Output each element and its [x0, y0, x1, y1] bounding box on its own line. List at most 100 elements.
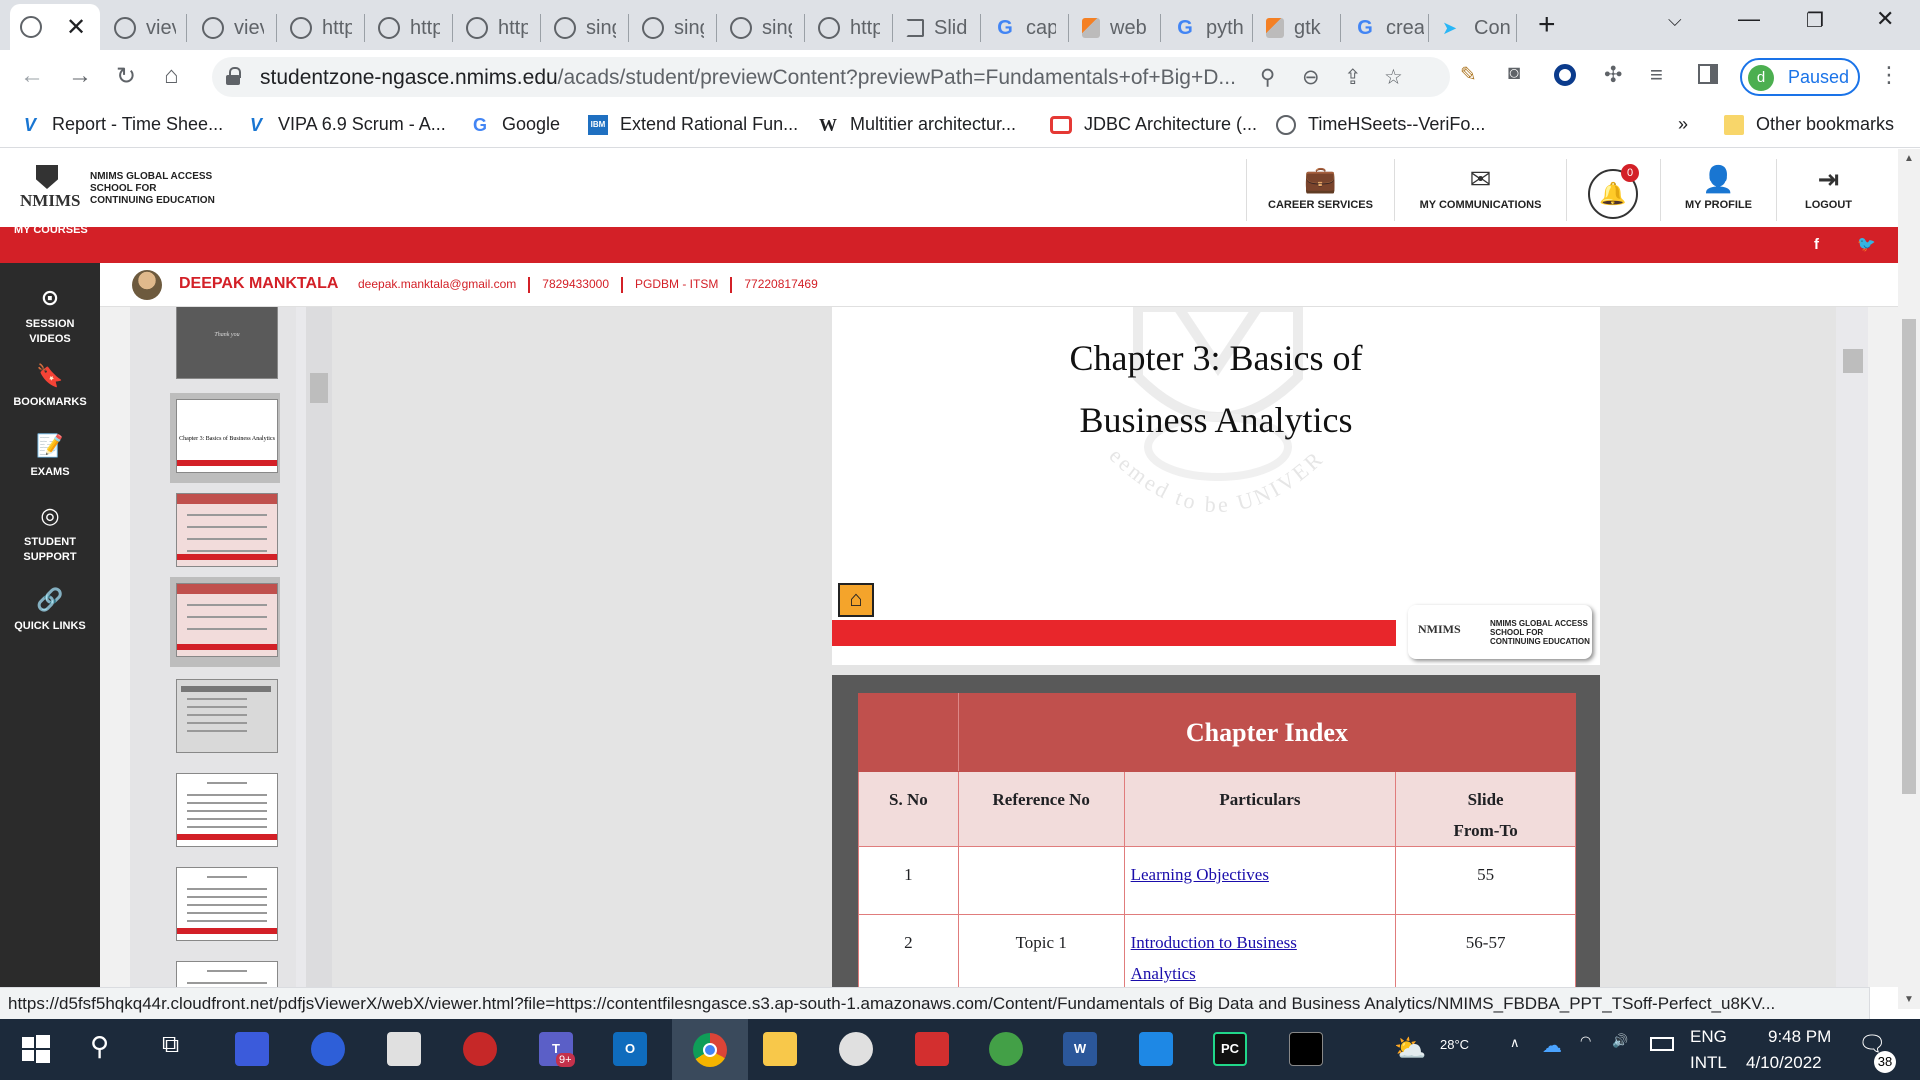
tab[interactable]: http	[280, 6, 352, 50]
tab[interactable]: Gcrea	[1344, 6, 1424, 50]
tab[interactable]: sing	[544, 6, 616, 50]
reload-button[interactable]: ↻	[116, 62, 136, 91]
taskbar-app-terminal[interactable]	[1288, 1031, 1324, 1067]
document-scrollbar[interactable]	[1836, 307, 1868, 987]
close-window-button[interactable]: ✕	[1876, 6, 1894, 32]
other-bookmarks[interactable]: Other bookmarks	[1724, 114, 1894, 135]
taskbar-app-outlook[interactable]: O	[612, 1031, 648, 1067]
sidebar-item-bookmarks[interactable]: 🔖 BOOKMARKS	[0, 365, 100, 410]
page-thumbnail[interactable]: Thank you	[170, 307, 280, 383]
minimize-button[interactable]: —	[1738, 6, 1760, 32]
side-panel-icon[interactable]	[1698, 64, 1718, 84]
page-thumbnail[interactable]	[170, 487, 280, 573]
sidebar-item-exams[interactable]: 📝 EXAMS	[0, 435, 100, 480]
my-communications-link[interactable]: ✉ MY COMMUNICATIONS	[1394, 159, 1566, 221]
taskbar-app[interactable]	[988, 1031, 1024, 1067]
battery-icon[interactable]	[1650, 1037, 1674, 1051]
media-icon[interactable]: ≡	[1650, 62, 1663, 88]
tab[interactable]: Gcap	[984, 6, 1056, 50]
taskbar-app-acrobat[interactable]	[914, 1031, 950, 1067]
language-eng[interactable]: ENG	[1690, 1027, 1727, 1047]
bookmark-item[interactable]: V VIPA 6.9 Scrum - A...	[246, 114, 446, 135]
tab-active[interactable]: ✕	[10, 4, 100, 50]
menu-icon[interactable]: ⋮	[1878, 62, 1900, 88]
tab[interactable]: viev	[192, 6, 264, 50]
tab[interactable]: web	[1072, 6, 1152, 50]
bookmark-item[interactable]: G Google	[470, 114, 560, 135]
bookmark-item[interactable]: W Multitier architectur...	[818, 114, 1016, 135]
my-courses-link[interactable]: MY COURSES	[14, 224, 88, 236]
intro-business-analytics-link[interactable]: Introduction to Business Analytics	[1123, 914, 1397, 987]
career-services-link[interactable]: 💼 CAREER SERVICES	[1246, 159, 1394, 221]
tab[interactable]: http	[368, 6, 440, 50]
start-button[interactable]	[18, 1031, 54, 1067]
volume-icon[interactable]: 🔊	[1612, 1033, 1628, 1049]
bookmark-item[interactable]: IBM Extend Rational Fun...	[588, 114, 798, 135]
tab-search-icon[interactable]: ⌵	[1668, 10, 1682, 31]
profile-button[interactable]: d Paused	[1740, 58, 1860, 96]
tab[interactable]: http	[456, 6, 528, 50]
extension-icon[interactable]: ✎	[1460, 62, 1477, 87]
back-button[interactable]: ←	[20, 62, 44, 90]
taskbar-app[interactable]	[310, 1031, 346, 1067]
taskbar-app-pycharm[interactable]: PC	[1212, 1031, 1248, 1067]
taskbar-app-teams[interactable]: T 9+	[538, 1031, 575, 1067]
close-tab-icon[interactable]: ✕	[66, 13, 86, 42]
sidebar-item-session-videos[interactable]: ⊙ SESSION VIDEOS	[0, 287, 100, 347]
wifi-icon[interactable]: ◠	[1580, 1033, 1591, 1049]
puzzle-icon[interactable]: ✣	[1604, 62, 1622, 88]
share-icon[interactable]: ⇪	[1344, 65, 1362, 90]
page-thumbnail[interactable]	[170, 861, 280, 947]
weather-icon[interactable]: ⛅	[1394, 1033, 1426, 1064]
taskbar-app[interactable]	[462, 1031, 498, 1067]
forward-button[interactable]: →	[68, 62, 92, 90]
tab[interactable]: gtk	[1256, 6, 1336, 50]
taskbar-app-explorer[interactable]	[762, 1031, 798, 1067]
sidebar-item-student-support[interactable]: ◎ STUDENT SUPPORT	[0, 505, 100, 565]
clock-time[interactable]: 9:48 PM	[1768, 1027, 1831, 1047]
page-thumbnail[interactable]	[170, 673, 280, 759]
tab[interactable]: viev	[104, 6, 176, 50]
logout-link[interactable]: ⇥ LOGOUT	[1776, 159, 1880, 221]
tab[interactable]: http	[808, 6, 880, 50]
learning-objectives-link[interactable]: Learning Objectives	[1123, 846, 1397, 915]
task-view-icon[interactable]: ⧉	[162, 1031, 198, 1067]
tab[interactable]: sing	[632, 6, 704, 50]
page-thumbnail[interactable]	[170, 955, 280, 987]
bookmark-item[interactable]: TimeHSeets--VeriFo...	[1276, 114, 1485, 135]
page-thumbnail[interactable]	[170, 577, 280, 667]
extension-icon[interactable]	[1554, 64, 1576, 86]
language-intl[interactable]: INTL	[1690, 1053, 1727, 1073]
tab[interactable]: sing	[720, 6, 792, 50]
thumbnail-scrollbar[interactable]	[306, 307, 332, 987]
new-tab-button[interactable]: +	[1538, 8, 1556, 42]
taskbar-app[interactable]	[234, 1031, 270, 1067]
facebook-icon[interactable]: f	[1814, 236, 1819, 253]
taskbar-app-photos[interactable]	[1138, 1031, 1174, 1067]
more-bookmarks-button[interactable]: »	[1678, 114, 1688, 135]
zoom-icon[interactable]: ⊖	[1302, 65, 1320, 90]
taskbar-app-chrome[interactable]	[672, 1019, 748, 1080]
tab[interactable]: Slid	[896, 6, 968, 50]
tab[interactable]: ➤ Con	[1432, 6, 1512, 50]
page-thumbnail[interactable]	[170, 767, 280, 853]
bookmark-item[interactable]: V Report - Time Shee...	[20, 114, 223, 135]
address-bar[interactable]: studentzone-ngasce.nmims.edu/acads/stude…	[212, 57, 1450, 97]
nmims-logo[interactable]: NMIMS	[20, 165, 80, 215]
restore-button[interactable]: ❐	[1806, 8, 1824, 33]
page-scrollbar[interactable]: ▲ ▼	[1898, 149, 1920, 1009]
tab[interactable]: Gpyth	[1164, 6, 1244, 50]
clock-date[interactable]: 4/10/2022	[1746, 1053, 1822, 1073]
extension-icon[interactable]: ◙	[1508, 62, 1520, 85]
bookmark-item[interactable]: JDBC Architecture (...	[1050, 114, 1257, 135]
taskbar-app[interactable]	[386, 1031, 422, 1067]
star-icon[interactable]: ☆	[1384, 65, 1403, 90]
location-icon[interactable]: ⚲	[1260, 65, 1275, 90]
home-button[interactable]: ⌂	[838, 583, 874, 617]
search-icon[interactable]: ⚲	[90, 1031, 126, 1067]
onedrive-icon[interactable]: ☁	[1542, 1033, 1562, 1058]
twitter-icon[interactable]: 🐦	[1857, 236, 1876, 253]
my-profile-link[interactable]: 👤 MY PROFILE	[1660, 159, 1776, 221]
taskbar-app-word[interactable]: W	[1062, 1031, 1098, 1067]
page-thumbnail-selected[interactable]: Chapter 3: Basics of Business Analytics	[170, 393, 280, 483]
